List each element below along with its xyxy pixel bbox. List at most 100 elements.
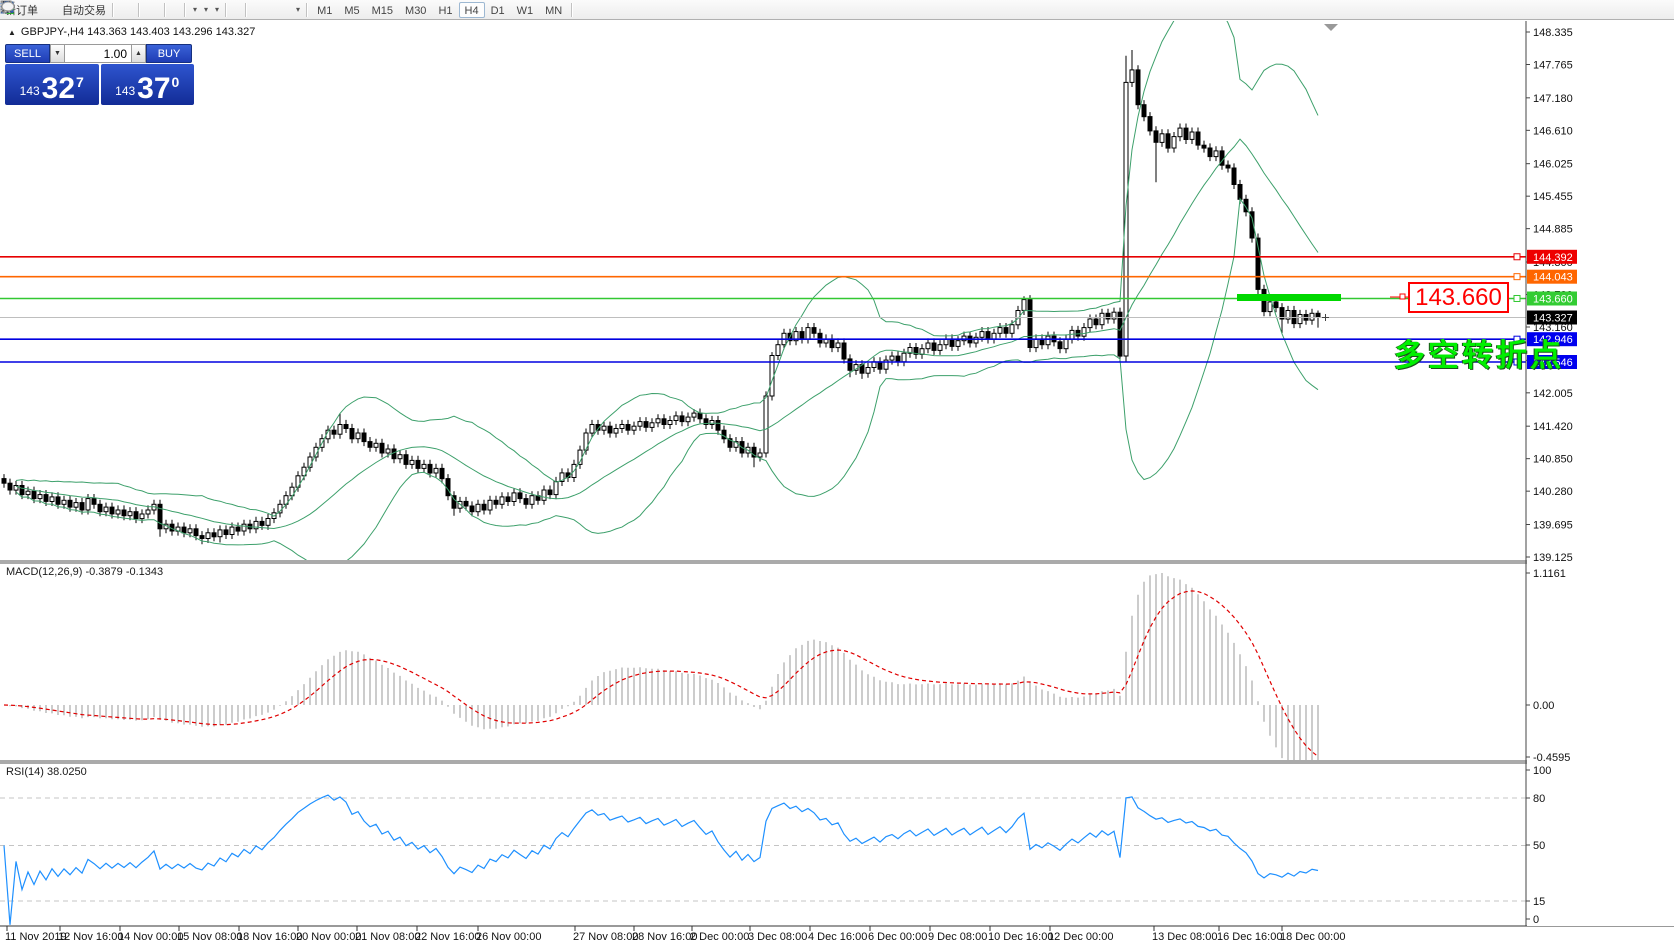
candle-body	[236, 527, 240, 531]
axis-label: 12 Nov 16:00	[58, 931, 123, 943]
candle-body	[482, 504, 486, 510]
rsi-panel[interactable]	[0, 795, 1526, 925]
candle-body	[518, 493, 522, 499]
candle-body	[692, 413, 696, 417]
macd-panel[interactable]	[4, 573, 1318, 776]
candle-body	[662, 419, 666, 425]
candle-body	[134, 512, 138, 519]
axis-label: 0	[1533, 914, 1539, 926]
hline-anchor[interactable]	[1514, 274, 1520, 280]
rsi-line	[4, 795, 1318, 925]
candle-body	[992, 333, 996, 339]
candle-body	[1034, 339, 1038, 348]
candle-body	[80, 503, 84, 510]
candle-body	[1214, 151, 1218, 157]
candle-body	[32, 491, 36, 498]
candle-body	[350, 429, 354, 439]
axis-label: 139.125	[1533, 552, 1573, 564]
candle-body	[1316, 313, 1320, 317]
candle-body	[1208, 148, 1212, 157]
candle-body	[890, 356, 894, 360]
axis-label: 142.005	[1533, 388, 1573, 400]
symbol-ohlc-text: GBPJPY-,H4 143.363 143.403 143.296 143.3…	[21, 26, 255, 38]
sell-price-panel[interactable]: 143 32 7	[5, 64, 99, 105]
candle-body	[938, 345, 942, 351]
candle-body	[902, 353, 906, 362]
hline-anchor[interactable]	[1514, 295, 1520, 301]
candle-body	[260, 521, 264, 525]
axis-label: 80	[1533, 793, 1545, 805]
candle-body	[530, 496, 534, 505]
candle-body	[332, 430, 336, 434]
candle-body	[98, 504, 102, 511]
axis-label: 3 Dec 08:00	[748, 931, 807, 943]
candle-body	[62, 500, 66, 504]
candle-body	[1010, 325, 1014, 334]
candle-body	[368, 442, 372, 448]
main-price-panel[interactable]	[0, 0, 1526, 568]
sell-button[interactable]: SELL	[5, 44, 50, 63]
axis-label: 26 Nov 00:00	[476, 931, 541, 943]
axis-label: 145.455	[1533, 191, 1573, 203]
chart-area[interactable]: 148.335147.765147.180146.610146.025145.4…	[0, 0, 1674, 943]
volume-input[interactable]	[65, 44, 131, 63]
candle-body	[8, 483, 12, 490]
axis-label: 144.392	[1533, 252, 1573, 264]
candle-body	[638, 422, 642, 427]
axis-label: 14 Nov 00:00	[118, 931, 183, 943]
axis-label: 146.610	[1533, 125, 1573, 137]
buy-price-panel[interactable]: 143 37 0	[101, 64, 195, 105]
turning-point-text: 多空转折点	[1394, 330, 1564, 375]
candle-body	[26, 491, 30, 494]
candle-body	[1172, 137, 1176, 148]
axis-label: 18 Nov 16:00	[237, 931, 302, 943]
axis-label: 1.1161	[1533, 568, 1566, 580]
candle-body	[416, 460, 420, 468]
chart-end-triangle-icon[interactable]	[1324, 24, 1338, 31]
volume-up-button[interactable]: ▲	[131, 44, 146, 63]
candle-body	[1160, 134, 1164, 143]
candle-body	[44, 495, 48, 502]
candle-body	[590, 425, 594, 434]
collapse-triangle-icon[interactable]: ▲	[8, 28, 16, 37]
candle-body	[650, 423, 654, 428]
annotation-anchor[interactable]	[1400, 294, 1405, 299]
buy-button[interactable]: BUY	[146, 44, 192, 63]
candle-body	[626, 425, 630, 431]
candle-body	[1028, 300, 1032, 348]
candle-body	[440, 468, 444, 478]
axis-label: 140.280	[1533, 486, 1573, 498]
axis-label: 0.00	[1533, 700, 1554, 712]
axis-label: 15 Nov 08:00	[177, 931, 242, 943]
candle-body	[548, 490, 552, 495]
candle-body	[344, 425, 348, 429]
candle-body	[20, 486, 24, 495]
candle-body	[380, 443, 384, 453]
price-annotation-box[interactable]: 143.660	[1408, 282, 1509, 313]
candle-body	[356, 433, 360, 439]
axis-label: 2 Dec 00:00	[690, 931, 749, 943]
candle-body	[674, 416, 678, 421]
hline-anchor[interactable]	[1514, 254, 1520, 260]
candle-body	[224, 530, 228, 535]
mt4-window: 新订单 自动交易	[0, 0, 1674, 943]
candle-body	[818, 333, 822, 343]
axis-label: 6 Dec 00:00	[868, 931, 927, 943]
axis-label: 21 Nov 08:00	[355, 931, 420, 943]
candle-body	[146, 510, 150, 514]
candle-body	[812, 328, 816, 334]
candle-body	[806, 328, 810, 339]
support-highlight-bar[interactable]	[1237, 294, 1341, 301]
candle-body	[110, 507, 114, 514]
axis-label: 141.420	[1533, 421, 1573, 433]
candle-body	[836, 343, 840, 348]
price-axis[interactable]	[1527, 21, 1674, 926]
candle-body	[830, 339, 834, 348]
candle-body	[140, 514, 144, 519]
candle-body	[1100, 313, 1104, 324]
candle-body	[656, 419, 660, 423]
buy-price-main: 37	[137, 76, 170, 102]
volume-down-button[interactable]: ▼	[50, 44, 65, 63]
candle-body	[92, 499, 96, 505]
axis-label: 28 Nov 16:00	[632, 931, 697, 943]
